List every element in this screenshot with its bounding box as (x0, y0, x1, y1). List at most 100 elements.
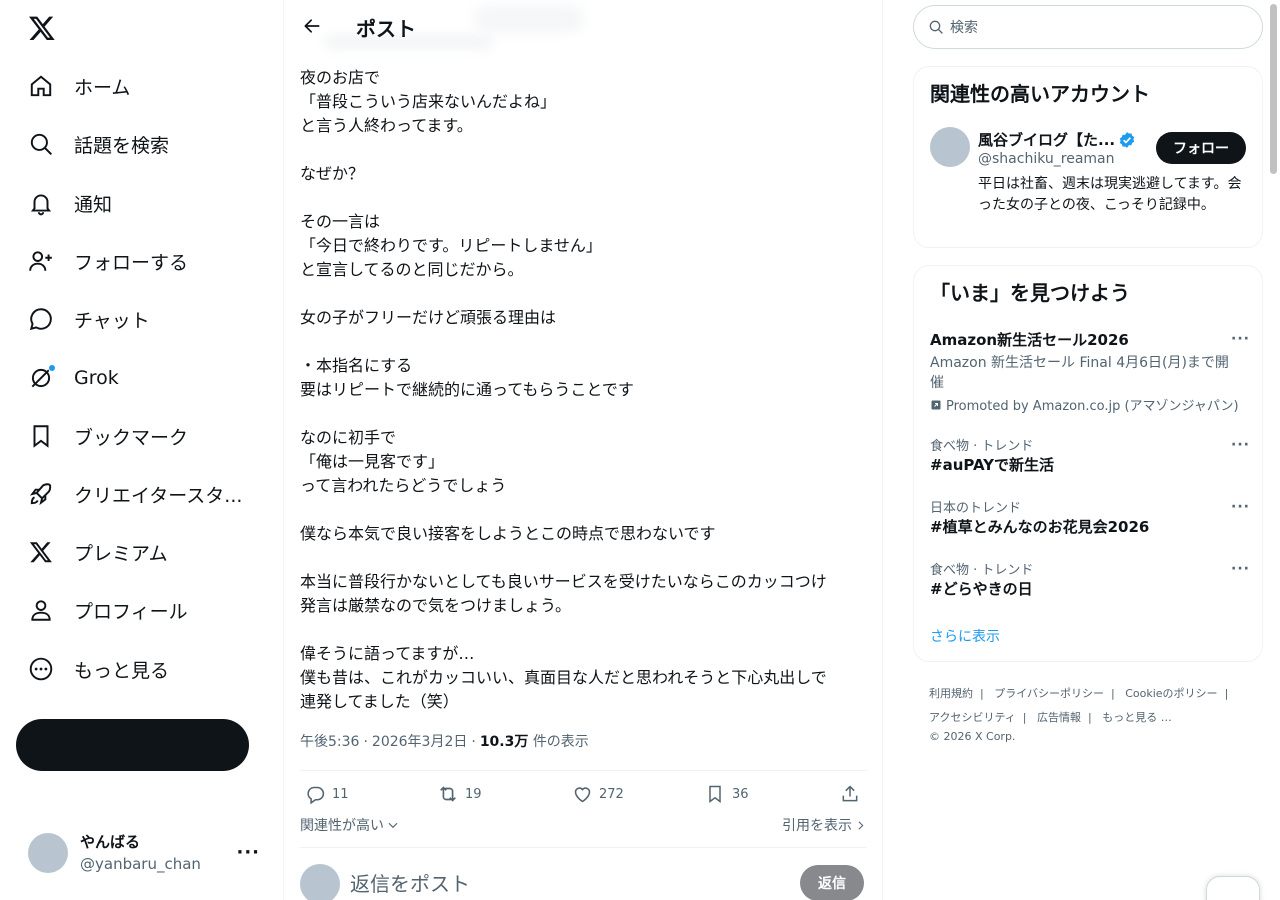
avatar (28, 833, 68, 873)
post-button[interactable] (16, 719, 249, 771)
account-switcher[interactable]: やんばる @yanbaru_chan ··· (16, 820, 274, 886)
nav-home[interactable]: ホーム (16, 62, 142, 110)
more-options-icon[interactable]: ··· (1231, 499, 1250, 515)
post-text-line: 女の子がフリーだけど頑張る理由は (300, 308, 557, 327)
repost-count: 19 (465, 786, 482, 802)
reply-action[interactable]: 11 (304, 782, 349, 806)
view-count-label: 件の表示 (532, 734, 589, 750)
reply-input[interactable]: 返信をポスト (350, 868, 470, 897)
footer-link[interactable]: 広告情報 (1037, 711, 1081, 724)
post-text-line: 偉そうに語ってますが… (300, 644, 475, 663)
trend-description: Amazon 新生活セール Final 4月6日(月)まで開催 (930, 355, 1229, 391)
show-more-link[interactable]: さらに表示 (930, 626, 1000, 646)
post-meta: 午後5:36 · 2026年3月2日 · 10.3万 件の表示 (300, 734, 589, 750)
trend-item[interactable]: 食べ物 · トレンド #auPAYで新生活 ··· (930, 435, 1250, 475)
nav-home-label: ホーム (74, 76, 131, 99)
promoted-trend[interactable]: Amazon新生活セール2026 Amazon 新生活セール Final 4月6… (930, 329, 1250, 414)
chevron-down-icon (388, 822, 398, 829)
more-circle-icon (28, 656, 54, 682)
post-text-line: 僕も昔は、これがカッコいい、真面目な人だと思われそうと下心丸出しで (300, 668, 827, 687)
more-options-icon[interactable]: ··· (1231, 437, 1250, 453)
bookmark-count: 36 (732, 786, 749, 802)
nav-bookmarks-label: ブックマーク (74, 426, 189, 449)
nav-bookmarks[interactable]: ブックマーク (16, 412, 200, 460)
more-options-icon[interactable]: ··· (1231, 561, 1250, 577)
reply-button[interactable]: 返信 (800, 865, 864, 900)
post-header: ポスト (284, 0, 882, 53)
account-name[interactable]: 風谷ブイログ【た... (978, 129, 1136, 150)
nav-creator-studio[interactable]: クリエイタースタ... (16, 470, 254, 518)
trend-category: 食べ物 · トレンド (930, 439, 1034, 454)
nav-chat-label: チャット (74, 309, 150, 332)
footer-link[interactable]: もっと見る … (1102, 711, 1172, 724)
nav-grok[interactable]: Grok (16, 354, 131, 402)
my-display-name: やんばる (80, 833, 141, 851)
footer-link[interactable]: 利用規約 (929, 687, 973, 700)
post-text-line (300, 138, 866, 162)
footer-link[interactable]: Cookieのポリシー (1125, 687, 1217, 700)
nav-chat[interactable]: チャット (16, 295, 162, 343)
trend-item[interactable]: 日本のトレンド #植草とみんなのお花見会2026 ··· (930, 497, 1250, 537)
nav-more[interactable]: もっと見る (16, 645, 181, 693)
sort-dropdown[interactable]: 関連性が高い (300, 815, 400, 835)
avatar (300, 864, 340, 900)
footer: 利用規約 | プライバシーポリシー | Cookieのポリシー | アクセシビリティ |… (929, 682, 1259, 744)
bookmark-icon (28, 423, 54, 449)
chevron-right-icon (858, 820, 864, 830)
nav-notifications[interactable]: 通知 (16, 179, 124, 227)
divider (300, 770, 867, 771)
post-time[interactable]: 午後5:36 (300, 734, 359, 750)
view-quotes-label: 引用を表示 (782, 818, 852, 834)
bell-icon (28, 190, 54, 216)
scrollbar[interactable] (1270, 4, 1277, 174)
heart-icon (571, 783, 593, 805)
x-logo-icon[interactable] (26, 12, 58, 44)
trend-item[interactable]: 食べ物 · トレンド #どらやきの日 ··· (930, 559, 1250, 599)
footer-link[interactable]: アクセシビリティ (929, 711, 1016, 724)
post-body: 夜のお店で 「普段こういう店来ないんだよね」 と言う人終わってます。 なぜか？ その一言… (300, 66, 866, 714)
left-navigation: ホーム 話題を検索 通知 フォローする チャット Grok ブックマーク クリエ… (0, 0, 284, 900)
account-display-name: 風谷ブイログ【た... (978, 131, 1116, 149)
nav-more-label: もっと見る (74, 659, 170, 682)
search-input[interactable]: 検索 (913, 5, 1263, 49)
more-options-icon[interactable]: ··· (236, 842, 260, 863)
post-text-line (300, 186, 866, 210)
nav-notifications-label: 通知 (74, 193, 113, 216)
nav-premium[interactable]: プレミアム (16, 528, 180, 576)
reply-icon (304, 783, 326, 805)
floating-messages-button[interactable] (1206, 876, 1260, 900)
share-icon (839, 783, 861, 805)
post-text-line: 「今日で終わりです。リピートしません」 (300, 236, 602, 255)
post-text-line (300, 330, 866, 354)
promoted-by: Promoted by Amazon.co.jp (アマゾンジャパン) (946, 399, 1239, 414)
post-text-line (300, 618, 866, 642)
repost-action[interactable]: 19 (437, 782, 482, 806)
copyright: © 2026 X Corp. (929, 730, 1016, 743)
nav-follow-label: フォローする (74, 251, 189, 274)
more-options-icon[interactable]: ··· (1231, 331, 1250, 347)
footer-link[interactable]: プライバシーポリシー (994, 687, 1104, 700)
nav-profile[interactable]: プロフィール (16, 586, 200, 634)
reply-count: 11 (332, 786, 349, 802)
bookmark-action[interactable]: 36 (704, 782, 749, 806)
share-action[interactable] (839, 782, 861, 806)
post-date[interactable]: 2026年3月2日 (372, 734, 467, 750)
view-quotes-link[interactable]: 引用を表示 (782, 815, 867, 835)
post-text-line: 発言は厳禁なので気をつけましょう。 (300, 596, 572, 615)
promoted-icon (931, 400, 941, 409)
trends-title: 「いま」を見つけよう (930, 281, 1130, 305)
divider (300, 847, 867, 848)
search-icon (28, 131, 54, 157)
back-button[interactable] (294, 8, 330, 44)
like-action[interactable]: 272 (571, 782, 624, 806)
avatar[interactable] (930, 127, 970, 167)
nav-explore[interactable]: 話題を検索 (16, 120, 181, 168)
post-text-line: 連発してました（笑） (300, 692, 459, 711)
nav-follow[interactable]: フォローする (16, 237, 200, 285)
follow-button[interactable]: フォロー (1156, 132, 1246, 164)
nav-explore-label: 話題を検索 (74, 134, 170, 157)
bookmark-icon (704, 783, 726, 805)
post-text-line: 要はリピートで継続的に通ってもらうことです (300, 380, 634, 399)
account-bio: 平日は社畜、週末は現実逃避してます。会った女の子との夜、こっそり記録中。 (978, 176, 1242, 213)
repost-icon (437, 783, 459, 805)
